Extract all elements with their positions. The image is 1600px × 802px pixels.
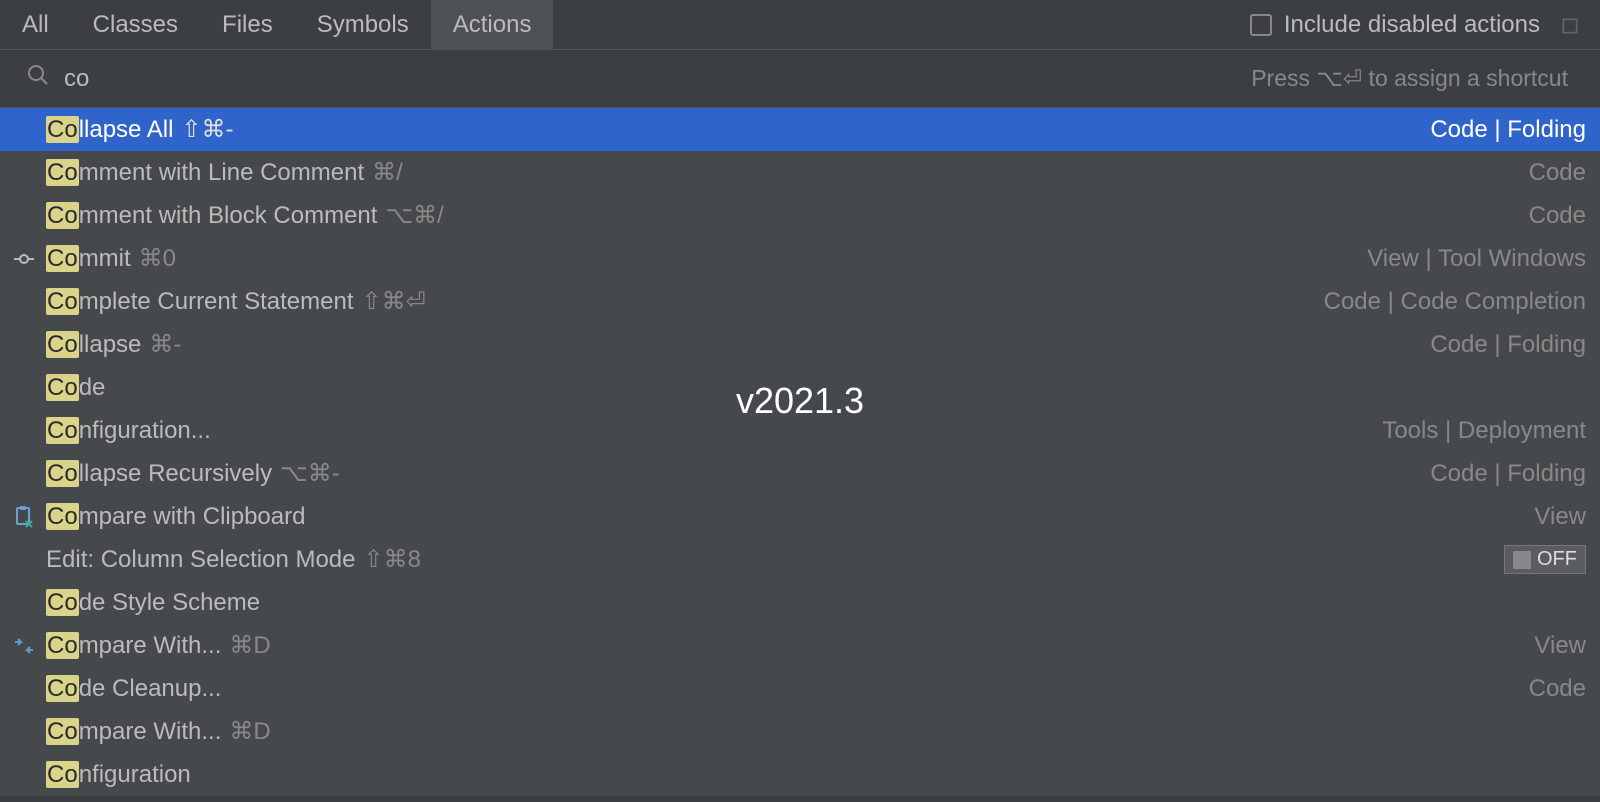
blank-icon	[10, 202, 38, 230]
blank-icon	[10, 288, 38, 316]
result-label: Configuration...	[46, 417, 211, 445]
search-row: Press ⌥⏎ to assign a shortcut	[0, 50, 1600, 108]
results-list: Collapse All ⇧⌘- Code | Folding Comment wit…	[0, 108, 1600, 796]
result-location: Code	[1529, 202, 1592, 230]
tab-all[interactable]: All	[0, 0, 71, 50]
result-label: Complete Current Statement	[46, 288, 353, 316]
result-location: Code | Folding	[1430, 116, 1592, 144]
shortcut-label: ⌥⌘-	[280, 459, 340, 488]
blank-icon	[10, 589, 38, 617]
result-label: Code	[46, 374, 105, 402]
result-label: Edit: Column Selection Mode	[46, 546, 356, 574]
result-row[interactable]: Comment with Block Comment ⌥⌘/ Code	[0, 194, 1600, 237]
blank-icon	[10, 116, 38, 144]
result-row[interactable]: Configuration	[0, 753, 1600, 796]
checkbox-icon	[1250, 14, 1272, 36]
blank-icon	[10, 417, 38, 445]
result-row[interactable]: Configuration... Tools | Deployment	[0, 409, 1600, 452]
result-row[interactable]: Compare with Clipboard View	[0, 495, 1600, 538]
shortcut-label: ⌘D	[229, 631, 270, 660]
result-label: Code Style Scheme	[46, 589, 260, 617]
blank-icon	[10, 159, 38, 187]
toggle-off[interactable]: OFF	[1504, 545, 1586, 574]
result-location: Code | Folding	[1430, 460, 1592, 488]
shortcut-label: ⇧⌘⏎	[361, 287, 425, 316]
shortcut-label: ⌘0	[139, 244, 176, 273]
tab-classes[interactable]: Classes	[71, 0, 200, 50]
shortcut-label: ⌘-	[149, 330, 181, 359]
result-location: View	[1534, 503, 1592, 531]
clipboard-icon	[10, 503, 38, 531]
shortcut-label: ⌥⌘/	[385, 201, 443, 230]
result-row[interactable]: Code Cleanup... Code	[0, 667, 1600, 710]
include-disabled-label: Include disabled actions	[1284, 11, 1540, 39]
result-row[interactable]: Commit ⌘0 View | Tool Windows	[0, 237, 1600, 280]
include-disabled-checkbox[interactable]: Include disabled actions	[1250, 0, 1600, 50]
pin-icon[interactable]	[1560, 15, 1580, 35]
result-label: Configuration	[46, 761, 191, 789]
blank-icon	[10, 761, 38, 789]
result-row[interactable]: Collapse ⌘- Code | Folding	[0, 323, 1600, 366]
blank-icon	[10, 374, 38, 402]
tab-files[interactable]: Files	[200, 0, 295, 50]
result-location: Code | Code Completion	[1324, 288, 1592, 316]
result-label: Collapse Recursively	[46, 460, 272, 488]
result-row[interactable]: Complete Current Statement ⇧⌘⏎ Code | Code…	[0, 280, 1600, 323]
result-location: View	[1534, 632, 1592, 660]
result-row[interactable]: Edit: Column Selection Mode ⇧⌘8 OFF	[0, 538, 1600, 581]
result-row[interactable]: Compare With... ⌘D	[0, 710, 1600, 753]
tabs-bar: All Classes Files Symbols Actions Includ…	[0, 0, 1600, 50]
blank-icon	[10, 675, 38, 703]
result-location: Code	[1529, 159, 1592, 187]
result-label: Code Cleanup...	[46, 675, 221, 703]
result-label: Collapse	[46, 331, 141, 359]
commit-icon	[10, 245, 38, 273]
result-location: Tools | Deployment	[1382, 417, 1592, 445]
search-input[interactable]	[64, 65, 264, 93]
result-row[interactable]: Compare With... ⌘D View	[0, 624, 1600, 667]
blank-icon	[10, 331, 38, 359]
shortcut-hint: Press ⌥⏎ to assign a shortcut	[1251, 65, 1574, 92]
result-label: Commit	[46, 245, 131, 273]
result-label: Compare With...	[46, 632, 221, 660]
result-row[interactable]: Code	[0, 366, 1600, 409]
shortcut-label: ⌘D	[229, 717, 270, 746]
result-location: Code	[1529, 675, 1592, 703]
result-row[interactable]: Collapse Recursively ⌥⌘- Code | Folding	[0, 452, 1600, 495]
blank-icon	[10, 718, 38, 746]
result-label: Compare with Clipboard	[46, 503, 305, 531]
result-location: View | Tool Windows	[1367, 245, 1592, 273]
tab-actions[interactable]: Actions	[431, 0, 554, 50]
result-label: Collapse All	[46, 116, 173, 144]
result-row[interactable]: Collapse All ⇧⌘- Code | Folding	[0, 108, 1600, 151]
shortcut-label: ⌘/	[372, 158, 403, 187]
search-icon	[26, 63, 50, 94]
result-label: Compare With...	[46, 718, 221, 746]
tab-symbols[interactable]: Symbols	[295, 0, 431, 50]
result-location: Code | Folding	[1430, 331, 1592, 359]
shortcut-label: ⇧⌘-	[181, 115, 233, 144]
result-label: Comment with Line Comment	[46, 159, 364, 187]
result-label: Comment with Block Comment	[46, 202, 377, 230]
result-row[interactable]: Code Style Scheme	[0, 581, 1600, 624]
blank-icon	[10, 460, 38, 488]
result-row[interactable]: Comment with Line Comment ⌘/ Code	[0, 151, 1600, 194]
blank-icon	[10, 546, 38, 574]
compare-icon	[10, 632, 38, 660]
shortcut-label: ⇧⌘8	[364, 545, 421, 574]
